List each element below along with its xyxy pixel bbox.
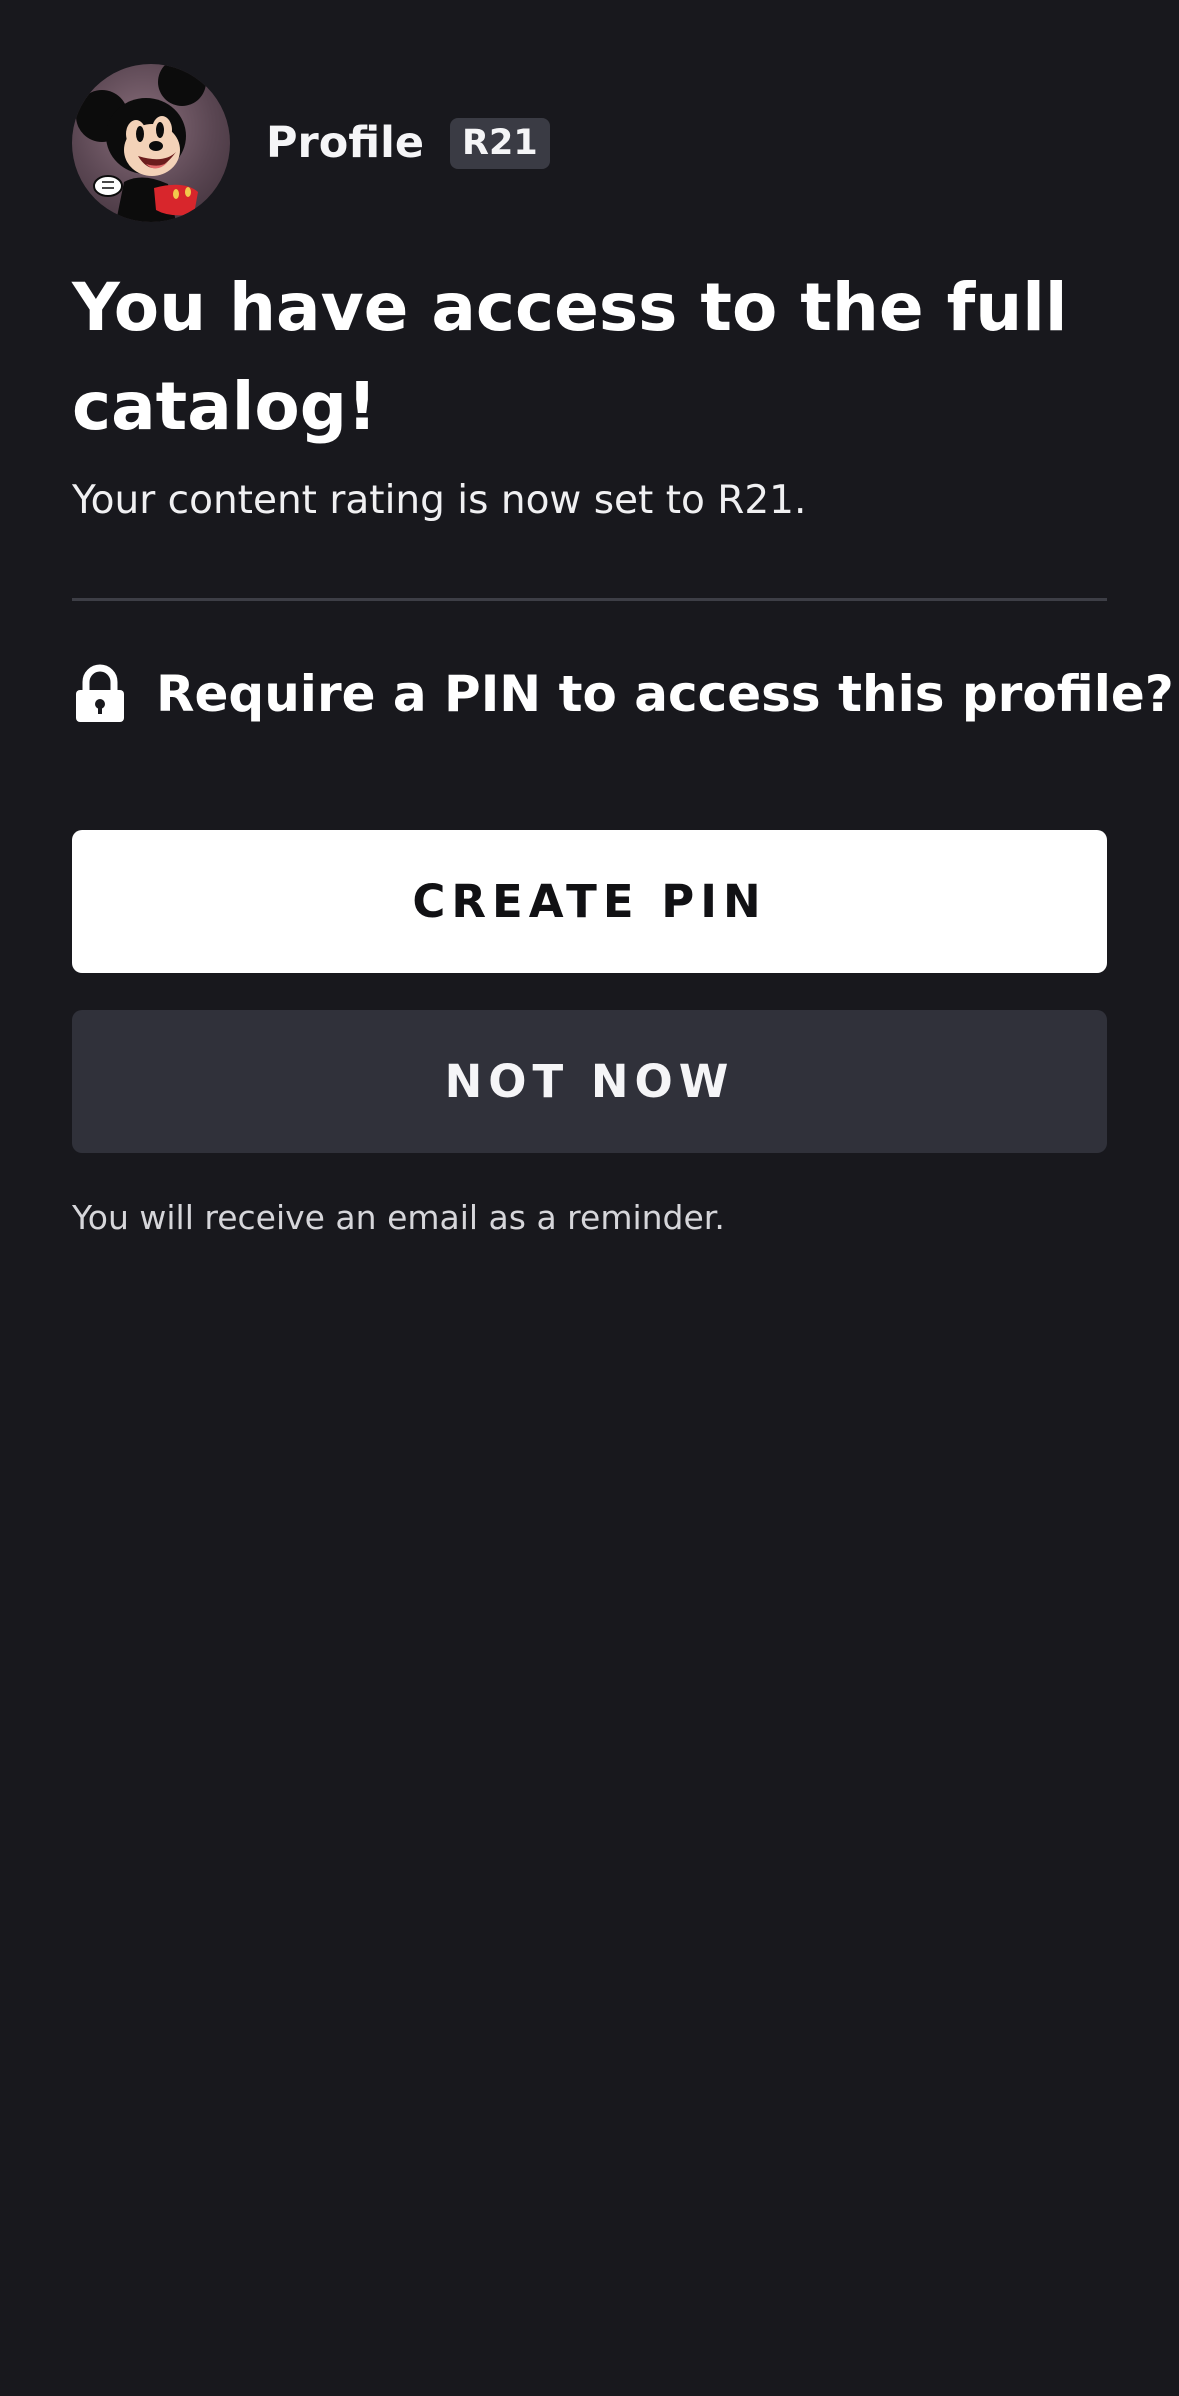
pin-question: Require a PIN to access this profile? — [156, 665, 1174, 723]
divider — [72, 598, 1107, 601]
rating-status-text: Your content rating is now set to R21. — [72, 478, 807, 523]
page-title: You have access to the full catalog! — [72, 269, 1068, 445]
lock-icon — [76, 664, 124, 722]
rating-badge: R21 — [450, 117, 550, 169]
not-now-button[interactable]: NOT NOW — [72, 1010, 1107, 1153]
avatar — [72, 64, 230, 222]
mickey-mouse-icon — [76, 64, 206, 222]
profile-pin-screen: Profile R21 You have access to the full … — [0, 0, 1179, 2396]
profile-header: Profile R21 — [72, 64, 550, 222]
reminder-text: You will receive an email as a reminder. — [72, 1198, 725, 1237]
profile-name: Profile — [266, 118, 425, 168]
create-pin-button[interactable]: CREATE PIN — [72, 830, 1107, 973]
pin-prompt: Require a PIN to access this profile? — [72, 664, 1174, 724]
